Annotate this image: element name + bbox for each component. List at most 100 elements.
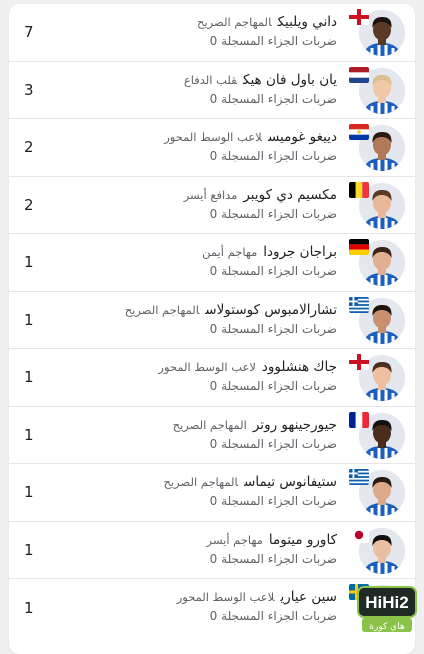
player-name[interactable]: براجان جرودا [263, 244, 337, 260]
player-heading: دييغو غوميس لاعب الوسط المحور [164, 129, 337, 145]
player-position: مهاجم أيمن [202, 245, 258, 259]
stat-line: ضربات الجزاء المسجلة 0 [197, 34, 337, 48]
player-name[interactable]: دييغو غوميس [268, 129, 337, 145]
stat-value: 0 [209, 436, 218, 451]
player-row[interactable]: 1 سين عياري لاعب الوسط المحور ضربات الجزاء … [9, 579, 415, 637]
hihi2-logo: HiHi2 هاي كورة [357, 586, 417, 632]
stat-value: 0 [209, 551, 218, 566]
player-name[interactable]: سين عياري [281, 589, 337, 605]
stat-label: ضربات الجزاء المسجلة [221, 264, 337, 278]
logo-brand: HiHi2 [365, 593, 408, 612]
player-info: براجان جرودا مهاجم أيمن ضربات الجزاء المسج… [202, 244, 337, 278]
stat-line: ضربات الجزاء المسجلة 0 [158, 379, 337, 393]
stat-line: ضربات الجزاء المسجلة 0 [184, 207, 337, 221]
stat-value: 0 [209, 609, 218, 623]
stat-value: 0 [209, 34, 218, 48]
greece-flag-icon [349, 469, 369, 485]
stat-value: 0 [209, 91, 218, 106]
penalty-stats-list: 7 داني ويلبيك المهاجم الصريح ضربات الجزاء ا… [9, 4, 415, 654]
player-position: المهاجم الصريح [124, 302, 200, 317]
player-info: كاورو ميتوما مهاجم أيسر ضربات الجزاء المسج… [207, 532, 337, 566]
player-position: مدافع أيسر [183, 187, 238, 202]
stat-label: ضربات الجزاء المسجلة [221, 206, 337, 221]
player-heading: جاك هنشلوود لاعب الوسط المحور [158, 359, 337, 375]
player-heading: داني ويلبيك المهاجم الصريح [197, 14, 337, 30]
player-heading: ستيفانوس تيماس المهاجم الصريح [164, 474, 338, 490]
stat-line: ضربات الجزاء المسجلة 0 [184, 92, 337, 106]
england-flag-icon [349, 354, 369, 370]
player-name[interactable]: مكسيم دي كويبر [243, 187, 337, 203]
player-position: لاعب الوسط المحور [176, 590, 275, 604]
stat-label: ضربات الجزاء المسجلة [221, 551, 337, 566]
stat-value: 0 [209, 206, 218, 221]
penalty-count: 2 [24, 195, 34, 214]
player-name[interactable]: يان باول فان هيك [243, 72, 337, 88]
player-row[interactable]: 2 دييغو غوميس لاعب الوسط المحور ضربات الجزا… [9, 119, 415, 177]
stat-value: 0 [209, 379, 218, 393]
stat-label: ضربات الجزاء المسجلة [221, 34, 337, 48]
player-row[interactable]: 2 مكسيم دي كويبر مدافع أيسر ضربات الجزاء ال… [9, 177, 415, 234]
england-flag-icon [349, 9, 369, 25]
player-row[interactable]: 1 ستيفانوس تيماس المهاجم الصريح ضربات الجزا… [9, 464, 415, 522]
stat-value: 0 [209, 149, 218, 163]
penalty-count: 1 [24, 310, 34, 329]
player-row[interactable]: 1 تشارالامبوس كوستولاس المهاجم الصريح ضربات… [9, 292, 415, 349]
stat-label: ضربات الجزاء المسجلة [221, 91, 337, 106]
france-flag-icon [349, 411, 369, 428]
player-heading: سين عياري لاعب الوسط المحور [177, 589, 337, 605]
stat-value: 0 [209, 494, 218, 508]
penalty-count: 7 [24, 23, 34, 42]
stat-label: ضربات الجزاء المسجلة [221, 494, 337, 508]
player-position: المهاجم الصريح [163, 475, 239, 489]
player-info: داني ويلبيك المهاجم الصريح ضربات الجزاء ال… [197, 14, 337, 48]
stat-line: ضربات الجزاء المسجلة 0 [164, 149, 337, 163]
stat-line: ضربات الجزاء المسجلة 0 [177, 609, 337, 623]
player-info: دييغو غوميس لاعب الوسط المحور ضربات الجزاء… [164, 129, 337, 163]
penalty-count: 3 [24, 80, 34, 99]
player-row[interactable]: 1 براجان جرودا مهاجم أيمن ضربات الجزاء المس… [9, 234, 415, 292]
player-info: ستيفانوس تيماس المهاجم الصريح ضربات الجزاء… [164, 474, 338, 508]
player-row[interactable]: 7 داني ويلبيك المهاجم الصريح ضربات الجزاء ا… [9, 4, 415, 62]
player-name[interactable]: كاورو ميتوما [269, 532, 337, 548]
player-heading: يان باول فان هيك قلب الدفاع [184, 72, 337, 88]
player-heading: تشارالامبوس كوستولاس المهاجم الصريح [125, 302, 337, 318]
player-position: لاعب الوسط المحور [158, 360, 256, 374]
player-row[interactable]: 1 كاورو ميتوما مهاجم أيسر ضربات الجزاء المس… [9, 522, 415, 579]
stat-label: ضربات الجزاء المسجلة [221, 149, 337, 163]
player-info: تشارالامبوس كوستولاس المهاجم الصريح ضربات … [125, 302, 337, 336]
player-heading: جيورجينهو روتر المهاجم الصريح [173, 417, 337, 433]
player-name[interactable]: جيورجينهو روتر [253, 417, 337, 433]
player-name[interactable]: تشارالامبوس كوستولاس [205, 302, 337, 318]
penalty-count: 1 [24, 368, 34, 387]
germany-flag-icon [349, 239, 369, 255]
penalty-count: 1 [24, 425, 34, 444]
japan-flag-icon [349, 526, 369, 543]
player-row[interactable]: 1 جاك هنشلوود لاعب الوسط المحور ضربات الجزا… [9, 349, 415, 407]
stat-line: ضربات الجزاء المسجلة 0 [207, 552, 337, 566]
player-name[interactable]: ستيفانوس تيماس [244, 474, 337, 490]
stat-line: ضربات الجزاء المسجلة 0 [202, 264, 337, 278]
player-row[interactable]: 1 جيورجينهو روتر المهاجم الصريح ضربات الجزا… [9, 407, 415, 464]
logo-subtitle: هاي كورة [369, 622, 405, 632]
player-position: قلب الدفاع [183, 72, 237, 87]
player-position: لاعب الوسط المحور [164, 130, 262, 144]
player-heading: كاورو ميتوما مهاجم أيسر [207, 532, 337, 548]
stat-label: ضربات الجزاء المسجلة [221, 609, 337, 623]
player-heading: مكسيم دي كويبر مدافع أيسر [184, 187, 337, 203]
player-name[interactable]: داني ويلبيك [278, 14, 337, 30]
player-name[interactable]: جاك هنشلوود [262, 359, 337, 375]
penalty-count: 1 [24, 253, 34, 272]
stat-line: ضربات الجزاء المسجلة 0 [164, 494, 337, 508]
stat-line: ضربات الجزاء المسجلة 0 [173, 437, 337, 451]
netherlands-flag-icon [349, 66, 369, 83]
penalty-count: 1 [24, 483, 34, 502]
greece-flag-icon [349, 296, 369, 313]
player-info: يان باول فان هيك قلب الدفاع ضربات الجزاء ا… [184, 72, 337, 106]
stat-label: ضربات الجزاء المسجلة [221, 379, 337, 393]
player-heading: براجان جرودا مهاجم أيمن [202, 244, 337, 260]
player-info: جاك هنشلوود لاعب الوسط المحور ضربات الجزاء… [158, 359, 337, 393]
stat-label: ضربات الجزاء المسجلة [221, 321, 337, 336]
player-info: مكسيم دي كويبر مدافع أيسر ضربات الجزاء الم… [184, 187, 337, 221]
stat-label: ضربات الجزاء المسجلة [221, 436, 337, 451]
player-row[interactable]: 3 يان باول فان هيك قلب الدفاع ضربات الجزاء … [9, 62, 415, 119]
